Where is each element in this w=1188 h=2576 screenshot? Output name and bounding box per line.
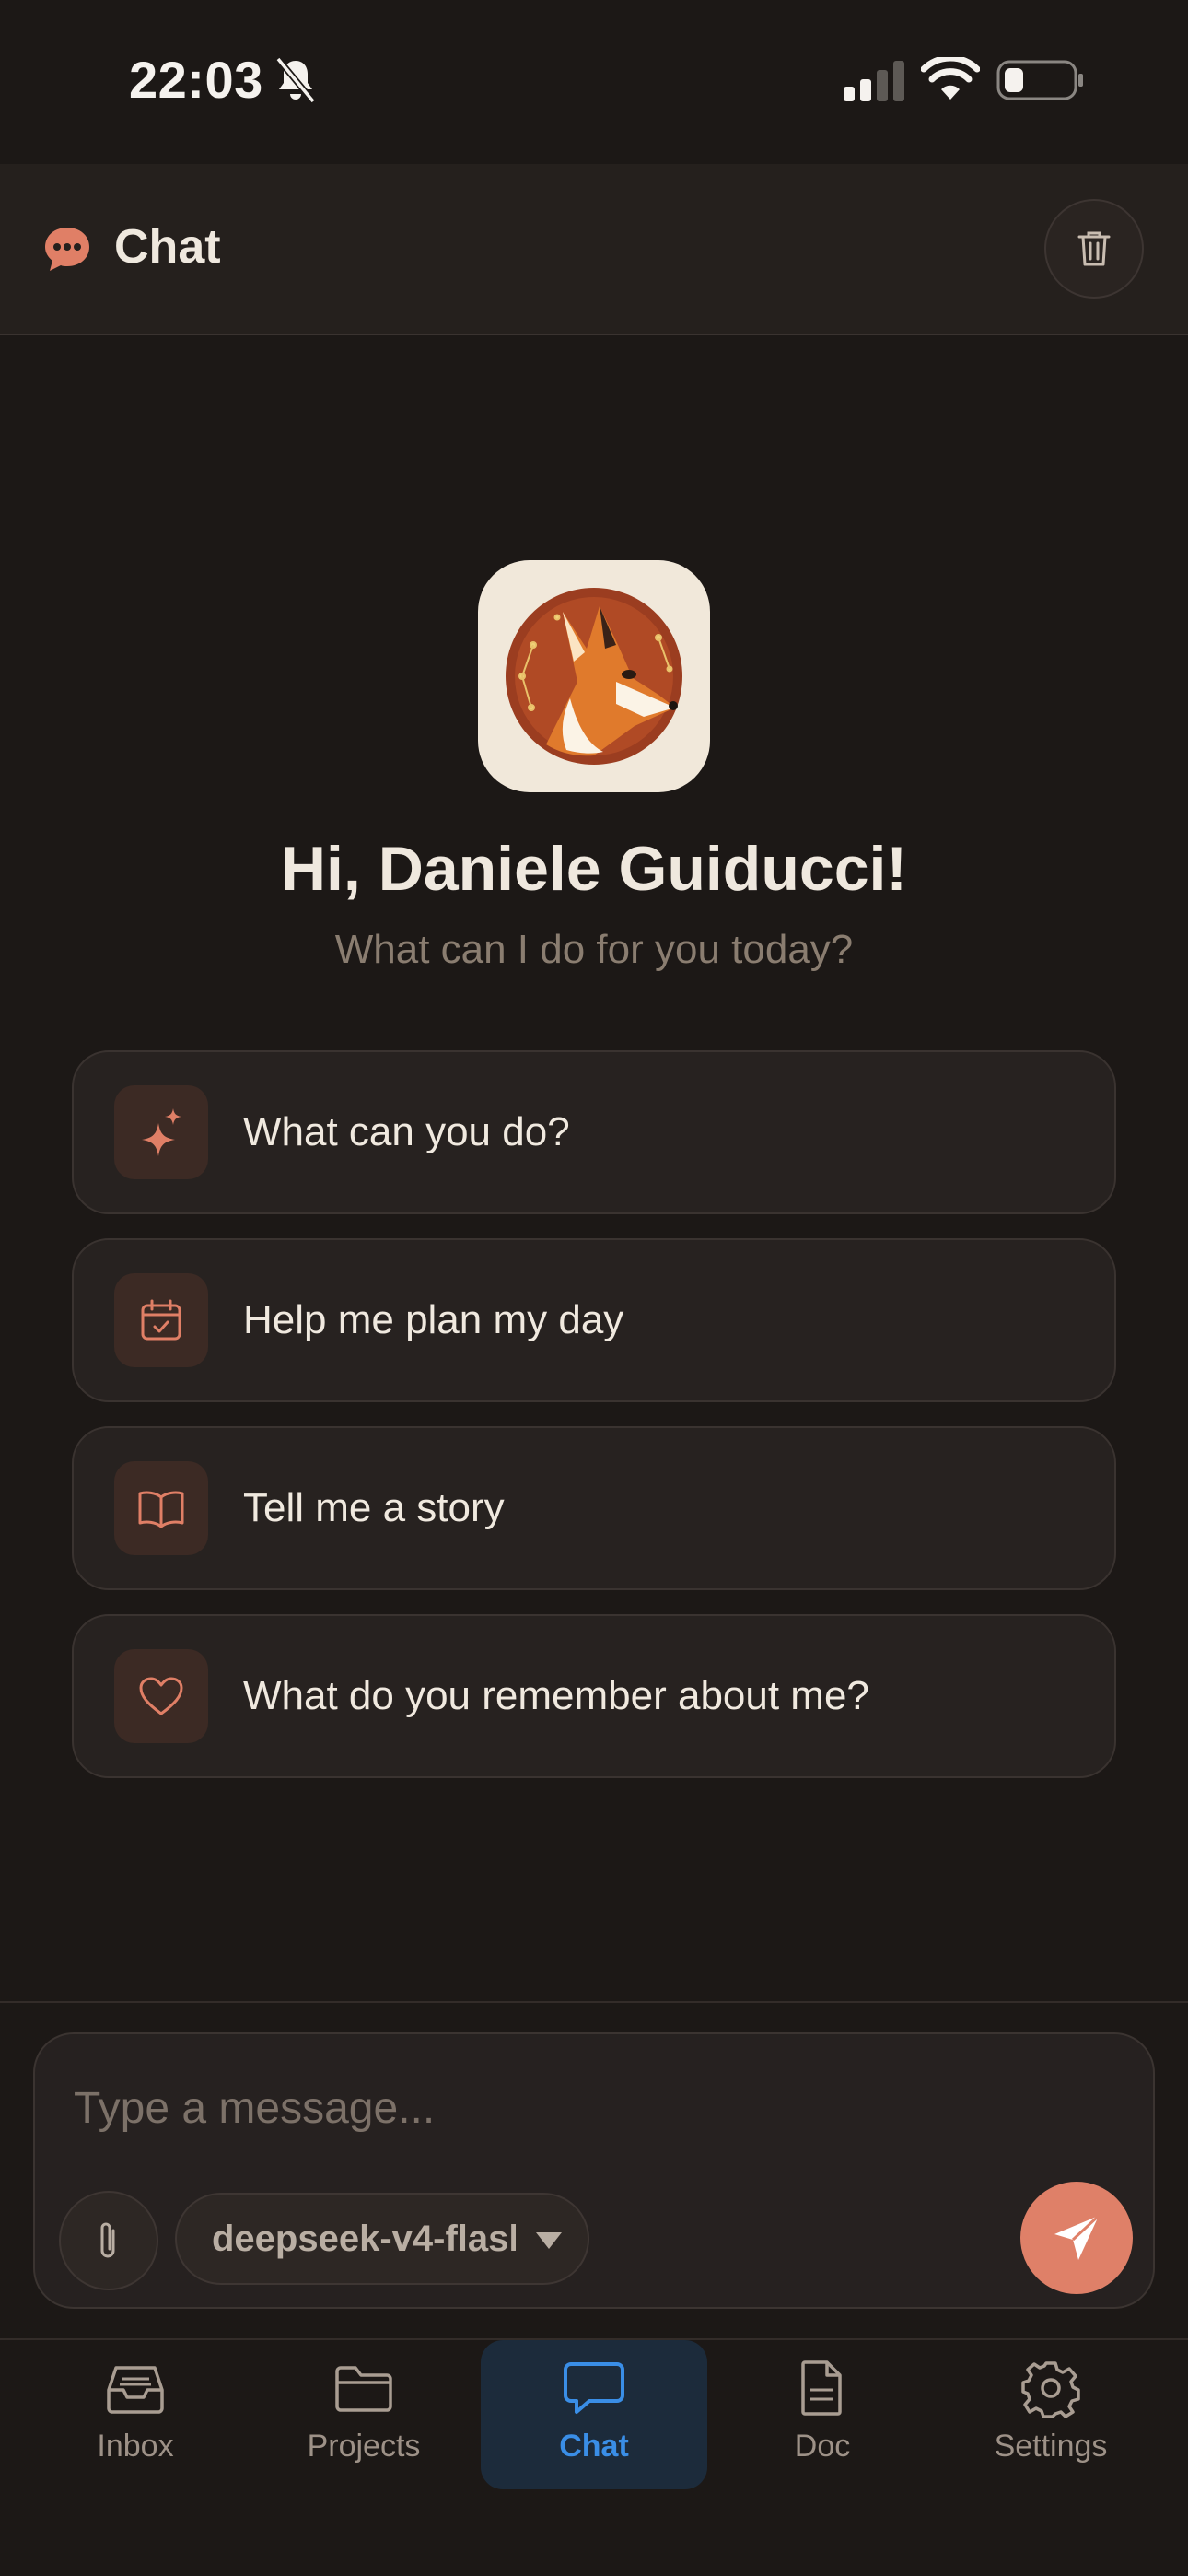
trash-icon: [1077, 231, 1111, 266]
message-input[interactable]: [74, 2071, 1087, 2145]
greeting-subtitle: What can I do for you today?: [334, 927, 854, 972]
tab-label: Doc: [794, 2429, 851, 2464]
send-button[interactable]: [1020, 2182, 1133, 2294]
calendar-check-icon: [141, 1299, 181, 1341]
delete-chat-button[interactable]: [1044, 199, 1144, 299]
document-icon: [801, 2360, 842, 2416]
message-composer: deepseek-v4-flash: [33, 2032, 1155, 2309]
tab-label: Projects: [307, 2429, 421, 2464]
send-icon: [1054, 2214, 1101, 2260]
sparkles-icon: [142, 1108, 181, 1156]
suggestion-label: Tell me a story: [243, 1485, 505, 1530]
tab-label: Settings: [994, 2429, 1108, 2464]
folder-icon: [335, 2366, 392, 2412]
assistant-avatar: [478, 560, 710, 792]
chat-bubble-icon: [45, 228, 89, 271]
tab-label: Inbox: [97, 2429, 174, 2464]
tab-projects[interactable]: Projects: [250, 2340, 477, 2489]
heart-icon: [139, 1677, 183, 1715]
tab-settings[interactable]: Settings: [938, 2340, 1164, 2489]
battery-icon: [996, 60, 1083, 100]
caret-down-icon: [536, 2232, 562, 2249]
page-title: Chat: [114, 220, 221, 274]
book-icon: [138, 1491, 184, 1528]
tab-chat[interactable]: Chat: [481, 2340, 707, 2489]
suggestion-label: What can you do?: [243, 1109, 570, 1154]
header: Chat: [0, 164, 1188, 335]
suggestion-remember-me[interactable]: What do you remember about me?: [72, 1614, 1116, 1778]
suggestion-tell-story[interactable]: Tell me a story: [72, 1426, 1116, 1590]
model-select-value: deepseek-v4-flash: [212, 2219, 516, 2259]
attach-button[interactable]: [59, 2191, 158, 2290]
suggestion-label: What do you remember about me?: [243, 1673, 869, 1718]
model-select[interactable]: deepseek-v4-flash: [175, 2193, 589, 2285]
suggestion-what-can-you-do[interactable]: What can you do?: [72, 1050, 1116, 1214]
signal-icon: [844, 61, 904, 101]
wifi-icon: [921, 57, 980, 100]
tab-label: Chat: [559, 2429, 629, 2464]
chat-icon: [564, 2362, 624, 2414]
greeting-title: Hi, Daniele Guiducci!: [280, 834, 908, 904]
gear-icon: [1021, 2361, 1080, 2418]
tab-inbox[interactable]: Inbox: [22, 2340, 249, 2489]
status-bar: 22:03: [0, 0, 1188, 164]
fox-logo-icon: [506, 588, 682, 765]
tab-bar: Inbox Projects Chat Doc Settings: [0, 2338, 1188, 2576]
bell-slash-icon: [275, 56, 316, 104]
suggestion-plan-my-day[interactable]: Help me plan my day: [72, 1238, 1116, 1402]
suggestion-label: Help me plan my day: [243, 1297, 624, 1342]
status-time: 22:03: [129, 51, 263, 109]
inbox-icon: [107, 2366, 164, 2414]
paperclip-icon: [100, 2222, 115, 2258]
tab-doc[interactable]: Doc: [709, 2340, 936, 2489]
